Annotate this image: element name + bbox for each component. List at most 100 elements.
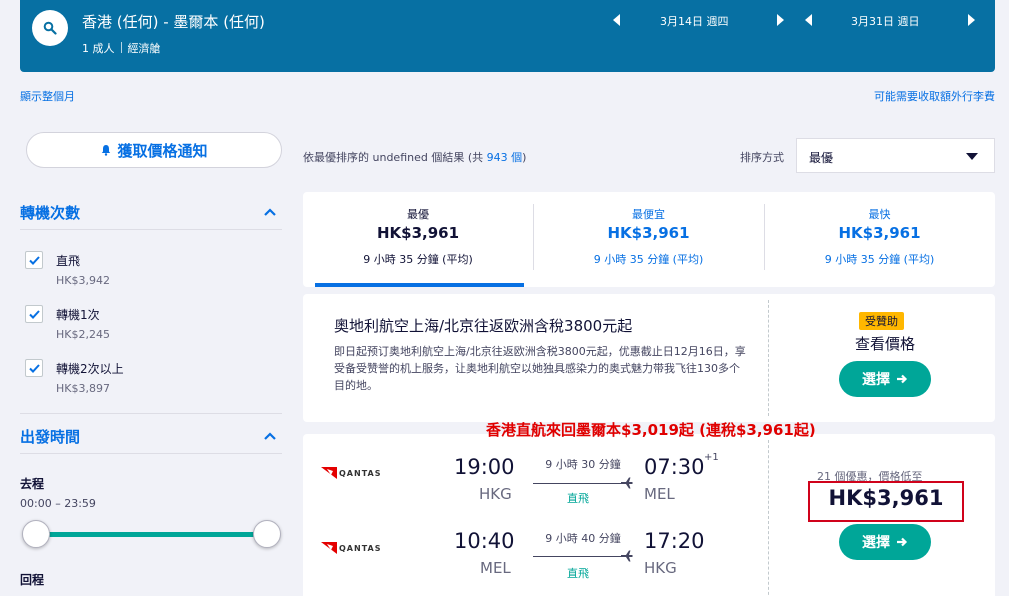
- tab-best[interactable]: 最優 HK$3,961 9 小時 35 分鐘 (平均): [303, 192, 533, 287]
- next-depart-date-icon[interactable]: [777, 14, 784, 26]
- chevron-up-icon[interactable]: [264, 208, 276, 216]
- inbound-duration: 9 小時 40 分鐘: [545, 532, 621, 545]
- tab-label: 最快: [868, 208, 891, 221]
- plane-icon: [621, 550, 633, 562]
- flight-select-button[interactable]: 選擇: [839, 524, 931, 560]
- arrow-right-icon: [897, 537, 908, 547]
- stops-option-price: HK$3,942: [56, 274, 110, 287]
- search-button[interactable]: [32, 10, 68, 46]
- plane-icon: [621, 477, 633, 489]
- sort-tabs: 最優 HK$3,961 9 小時 35 分鐘 (平均) 最便宜 HK$3,961…: [303, 192, 995, 287]
- passenger-cabin-text[interactable]: 1 成人 經濟艙: [82, 40, 161, 56]
- search-icon: [43, 21, 57, 35]
- price-highlight-box: [808, 481, 964, 522]
- departure-time-filter-title[interactable]: 出發時間: [20, 426, 80, 447]
- sort-select[interactable]: 最優: [796, 138, 995, 173]
- inbound-departure-time: 10:40: [454, 529, 515, 553]
- cabin-class: 經濟艙: [127, 42, 161, 55]
- day-offset: +1: [704, 452, 719, 463]
- tab-price: HK$3,961: [376, 224, 460, 242]
- qantas-kangaroo-icon: [321, 542, 337, 554]
- stops-filter-title[interactable]: 轉機次數: [20, 202, 80, 223]
- tab-duration: 9 小時 35 分鐘 (平均): [363, 253, 473, 266]
- view-price-text: 查看價格: [854, 335, 915, 353]
- slider-handle-end[interactable]: [253, 520, 281, 548]
- tab-fastest[interactable]: 最快 HK$3,961 9 小時 35 分鐘 (平均): [764, 192, 995, 287]
- results-info-prefix: 依最優排序的 undefined 個結果 (共: [303, 151, 484, 164]
- select-label: 選擇: [862, 372, 890, 388]
- inbound-arrival-time: 17:20: [644, 529, 705, 553]
- outbound-departure-time: 19:00: [454, 455, 515, 479]
- baggage-fees-link[interactable]: 可能需要收取額外行李費: [874, 88, 995, 104]
- divider: [768, 440, 769, 596]
- select-label: 選擇: [862, 535, 890, 551]
- checkbox-two-plus-stops[interactable]: [25, 359, 43, 377]
- ad-select-button[interactable]: 選擇: [839, 361, 931, 397]
- active-tab-indicator: [315, 283, 524, 287]
- inbound-route-line: [533, 556, 621, 557]
- depart-date[interactable]: 3月14日 週四: [660, 13, 729, 29]
- ad-title[interactable]: 奧地利航空上海/北京往返欧洲含稅3800元起: [334, 315, 632, 336]
- sort-label: 排序方式: [740, 151, 784, 164]
- separator: [120, 42, 122, 53]
- divider: [20, 413, 282, 414]
- qantas-kangaroo-icon: [321, 467, 337, 479]
- divider: [20, 453, 282, 454]
- route-text[interactable]: 香港 (任何) - 墨爾本 (任何): [82, 11, 265, 32]
- outbound-arrival-airport: MEL: [644, 485, 675, 503]
- tab-duration: 9 小時 35 分鐘 (平均): [824, 253, 935, 266]
- checkbox-direct[interactable]: [25, 251, 43, 269]
- slider-handle-start[interactable]: [22, 520, 50, 548]
- check-icon: [28, 309, 40, 319]
- outbound-stops: 直飛: [567, 492, 589, 505]
- tab-price: HK$3,961: [607, 224, 690, 242]
- promo-annotation: 香港直航來回墨爾本$3,019起 (連稅$3,961起): [486, 421, 816, 439]
- divider: [768, 300, 769, 416]
- sponsored-badge: 受贊助: [859, 312, 904, 330]
- next-return-date-icon[interactable]: [968, 14, 975, 26]
- prev-depart-date-icon[interactable]: [613, 14, 620, 26]
- chevron-down-icon: [966, 153, 978, 160]
- price-alert-button[interactable]: 獲取價格通知: [26, 132, 282, 168]
- inbound-arrival-airport: HKG: [644, 559, 677, 577]
- return-date[interactable]: 3月31日 週日: [851, 13, 920, 29]
- stops-option-label: 轉機2次以上: [56, 362, 124, 376]
- outbound-label: 去程: [20, 477, 45, 491]
- bell-icon: [102, 145, 111, 156]
- divider: [20, 229, 282, 230]
- stops-option-label: 直飛: [56, 254, 81, 268]
- tab-price: HK$3,961: [838, 224, 921, 242]
- results-total-count[interactable]: 943 個: [487, 151, 523, 164]
- tab-label: 最優: [407, 208, 429, 221]
- outbound-time-range: 00:00 – 23:59: [20, 497, 96, 510]
- stops-option-price: HK$3,897: [56, 382, 110, 395]
- outbound-route-line: [533, 483, 621, 484]
- sponsored-ad-card[interactable]: 奧地利航空上海/北京往返欧洲含稅3800元起 即日起预订奥地利航空上海/北京往返…: [303, 294, 995, 422]
- passengers: 1 成人: [82, 42, 115, 55]
- airline-logo: QANTAS: [321, 467, 381, 479]
- airline-name: QANTAS: [339, 543, 382, 553]
- prev-return-date-icon[interactable]: [805, 14, 812, 26]
- chevron-up-icon[interactable]: [264, 432, 276, 440]
- search-summary-header[interactable]: 香港 (任何) - 墨爾本 (任何) 1 成人 經濟艙 3月14日 週四 3月31…: [20, 0, 995, 72]
- tab-label: 最便宜: [632, 208, 665, 221]
- tab-cheapest[interactable]: 最便宜 HK$3,961 9 小時 35 分鐘 (平均): [533, 192, 764, 287]
- results-count-text: 依最優排序的 undefined 個結果 (共 943 個): [303, 149, 526, 165]
- airline-name: QANTAS: [339, 468, 382, 478]
- show-whole-month-link[interactable]: 顯示整個月: [20, 88, 75, 104]
- sort-selected-value: 最優: [809, 151, 834, 165]
- price-alert-label: 獲取價格通知: [117, 141, 208, 160]
- tab-duration: 9 小時 35 分鐘 (平均): [593, 253, 704, 266]
- return-label: 回程: [20, 573, 45, 587]
- outbound-departure-airport: HKG: [479, 485, 512, 503]
- outbound-arrival-time: 07:30: [644, 455, 705, 479]
- stops-option-label: 轉機1次: [56, 308, 100, 322]
- stops-option-price: HK$2,245: [56, 328, 110, 341]
- checkbox-one-stop[interactable]: [25, 305, 43, 323]
- outbound-time-slider-track[interactable]: [36, 532, 268, 537]
- check-icon: [28, 255, 40, 265]
- flight-result-card[interactable]: QANTAS 19:00 HKG 9 小時 30 分鐘 直飛 07:30 +1 …: [303, 434, 995, 596]
- ad-description: 即日起预订奥地利航空上海/北京往返欧洲含税3800元起，优惠截止日12月16日，…: [334, 345, 746, 392]
- outbound-duration: 9 小時 30 分鐘: [545, 458, 621, 471]
- results-info-suffix: ): [522, 151, 527, 164]
